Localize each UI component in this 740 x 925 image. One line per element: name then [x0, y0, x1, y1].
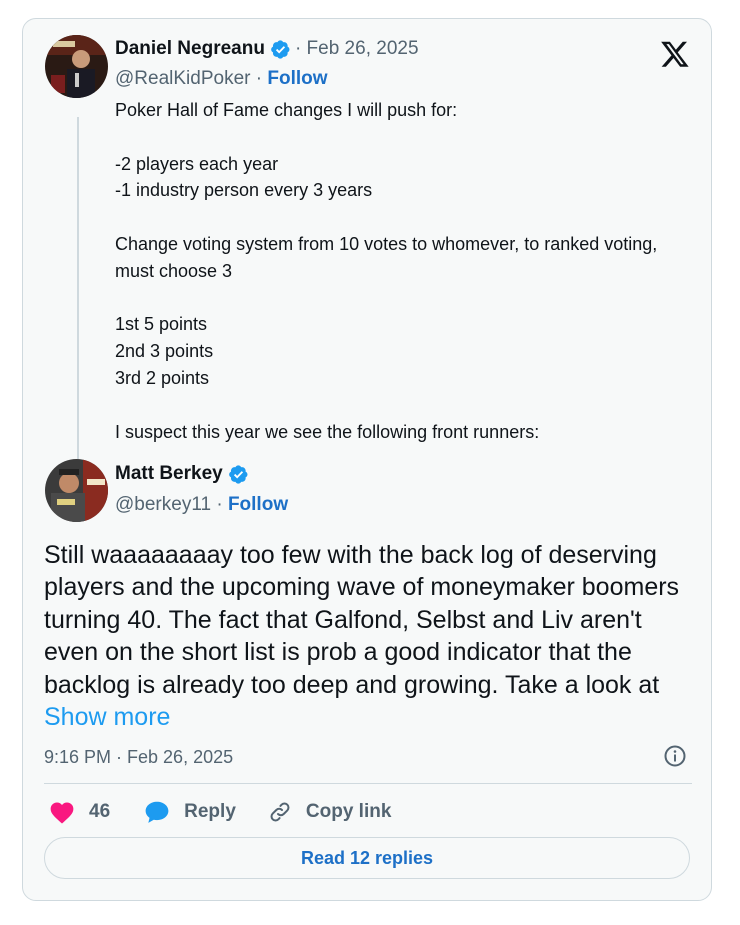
copy-link-label: Copy link	[305, 801, 392, 822]
handle-separator: ·	[211, 494, 228, 515]
reply-label: Reply	[184, 801, 236, 822]
quoted-handle-row: @RealKidPoker · Follow	[115, 68, 328, 90]
like-button[interactable]: 46	[49, 800, 110, 824]
main-author-row: Matt Berkey	[115, 463, 249, 485]
quoted-author-row: Daniel Negreanu · Feb 26, 2025	[115, 38, 419, 60]
handle-separator: ·	[250, 68, 268, 89]
like-count: 46	[89, 801, 111, 822]
main-author-name[interactable]: Matt Berkey	[115, 463, 223, 485]
copy-link-button[interactable]: Copy link	[268, 800, 392, 824]
info-icon[interactable]	[663, 744, 687, 768]
link-icon	[270, 802, 290, 822]
main-author-avatar[interactable]	[45, 459, 108, 522]
reply-bubble-icon	[145, 801, 169, 823]
reply-button[interactable]: Reply	[144, 800, 236, 824]
main-handle-row: @berkey11 · Follow	[115, 494, 288, 516]
thread-connector-line	[77, 117, 79, 473]
quoted-tweet-text: Poker Hall of Fame changes I will push f…	[115, 100, 658, 442]
main-author-handle[interactable]: @berkey11	[115, 494, 211, 515]
tweet-embed-card: Daniel Negreanu · Feb 26, 2025 @RealKidP…	[22, 18, 712, 901]
quoted-follow-button[interactable]: Follow	[267, 68, 327, 89]
quoted-tweet-date[interactable]: · Feb 26, 2025	[295, 38, 419, 60]
quoted-author-name[interactable]: Daniel Negreanu	[115, 38, 265, 60]
action-bar: 46 Reply Copy link	[49, 797, 391, 827]
tweet-timestamp[interactable]: 9:16 PM · Feb 26, 2025	[44, 747, 233, 768]
x-logo-icon[interactable]	[659, 39, 691, 69]
verified-badge-icon	[271, 39, 290, 59]
verified-badge-icon	[228, 464, 248, 484]
action-divider	[44, 783, 692, 784]
main-follow-button[interactable]: Follow	[228, 494, 288, 515]
quoted-author-avatar[interactable]	[45, 35, 108, 98]
main-tweet-body: Still waaaaaaaay too few with the back l…	[44, 541, 680, 699]
heart-icon	[50, 802, 74, 824]
show-more-link[interactable]: Show more	[44, 703, 170, 731]
read-replies-button[interactable]: Read 12 replies	[44, 837, 690, 879]
quoted-author-handle[interactable]: @RealKidPoker	[115, 68, 250, 89]
main-tweet-text: Still waaaaaaaay too few with the back l…	[44, 539, 694, 733]
